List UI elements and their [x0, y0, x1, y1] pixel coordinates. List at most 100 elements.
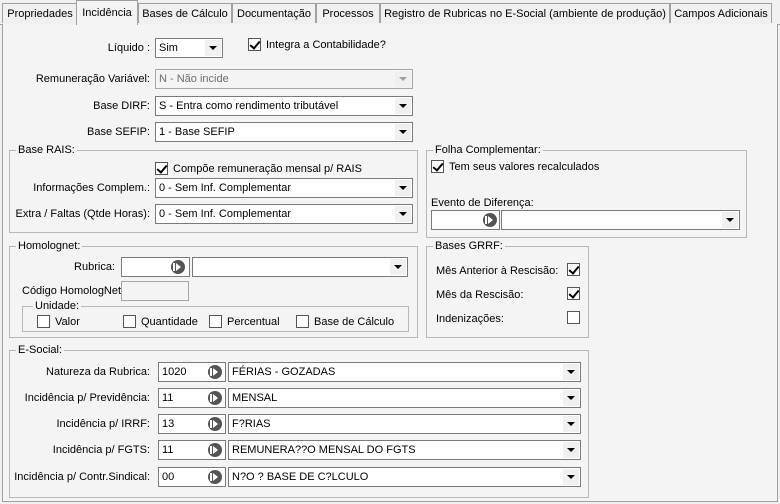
base-sefip-value: 1 - Base SEFIP	[159, 126, 235, 138]
search-icon[interactable]	[208, 391, 222, 405]
tab-incidencia[interactable]: Incidência	[76, 0, 138, 25]
homolognet-title: Homolognet:	[16, 240, 83, 253]
chevron-down-icon[interactable]	[395, 124, 411, 140]
chevron-down-icon[interactable]	[563, 469, 579, 485]
remuneracao-variavel-value: N - Não incide	[159, 73, 229, 85]
liquido-value: Sim	[159, 42, 178, 54]
base-rais-title: Base RAIS:	[16, 144, 77, 157]
contr-sindical-select[interactable]: N?O ? BASE DE C?LCULO	[228, 467, 581, 487]
mes-anterior-checkbox[interactable]	[567, 263, 580, 276]
chevron-down-icon[interactable]	[563, 416, 579, 432]
esocial-row-label: Natureza da Rubrica:	[46, 366, 150, 378]
irrf-select[interactable]: F?RIAS	[228, 414, 581, 434]
extra-faltas-select[interactable]: 0 - Sem Inf. Complementar	[155, 204, 413, 224]
evento-diferenca-label: Evento de Diferença:	[431, 197, 534, 209]
chevron-down-icon[interactable]	[722, 212, 738, 228]
valor-checkbox[interactable]	[37, 315, 50, 328]
previdencia-desc: MENSAL	[232, 392, 278, 404]
liquido-label: Líquido :	[107, 42, 150, 54]
tab-propriedades[interactable]: Propriedades	[2, 3, 78, 23]
codigo-homolognet-input[interactable]	[121, 281, 189, 301]
natureza-code-input[interactable]: 1020	[158, 362, 226, 382]
tab-bases-de-calculo[interactable]: Bases de Cálculo	[138, 3, 232, 23]
compoe-rais-checkbox[interactable]	[155, 162, 168, 175]
integra-contabilidade-checkbox[interactable]	[248, 38, 261, 51]
rubrica-code-input[interactable]	[121, 257, 190, 277]
contr-sindical-code-input[interactable]: 00	[158, 467, 226, 487]
extra-faltas-label: Extra / Faltas (Qtde Horas):	[15, 208, 150, 220]
mes-rescisao-checkbox[interactable]	[567, 287, 580, 300]
integra-contabilidade-label: Integra a Contabilidade?	[266, 39, 386, 51]
fgts-code-input[interactable]: 11	[158, 440, 226, 460]
mes-rescisao-label: Mês da Rescisão:	[436, 289, 524, 301]
chevron-down-icon[interactable]	[395, 98, 411, 114]
base-sefip-label: Base SEFIP:	[87, 126, 150, 138]
previdencia-code: 11	[162, 392, 174, 404]
esocial-row-label: Incidência p/ FGTS:	[52, 444, 150, 456]
search-icon[interactable]	[208, 417, 222, 431]
base-dirf-select[interactable]: S - Entra como rendimento tributável	[155, 96, 413, 116]
tab-processos[interactable]: Processos	[316, 3, 380, 23]
chevron-down-icon[interactable]	[395, 206, 411, 222]
mes-anterior-label: Mês Anterior à Rescisão:	[436, 265, 559, 277]
contr-sindical-desc: N?O ? BASE DE C?LCULO	[232, 471, 369, 483]
chevron-down-icon[interactable]	[563, 364, 579, 380]
info-complem-value: 0 - Sem Inf. Complementar	[159, 182, 292, 194]
chevron-down-icon[interactable]	[563, 442, 579, 458]
valor-label: Valor	[55, 316, 80, 328]
tab-registro-esocial[interactable]: Registro de Rubricas no E-Social (ambien…	[380, 3, 670, 23]
fgts-desc: REMUNERA??O MENSAL DO FGTS	[232, 444, 416, 456]
evento-diferenca-select[interactable]	[501, 210, 740, 230]
esocial-title: E-Social:	[16, 344, 65, 357]
indenizacoes-label: Indenizações:	[436, 313, 504, 325]
evento-diferenca-code-input[interactable]	[431, 210, 500, 230]
chevron-down-icon[interactable]	[563, 390, 579, 406]
fgts-select[interactable]: REMUNERA??O MENSAL DO FGTS	[228, 440, 581, 460]
base-calculo-label: Base de Cálculo	[314, 316, 395, 328]
percentual-label: Percentual	[227, 316, 280, 328]
base-sefip-select[interactable]: 1 - Base SEFIP	[155, 122, 413, 142]
info-complem-label: Informações Complem.:	[33, 182, 150, 194]
rubrica-label: Rubrica:	[74, 261, 115, 273]
base-calculo-checkbox[interactable]	[296, 315, 309, 328]
rubrica-select[interactable]	[192, 257, 408, 277]
tab-campos-adicionais[interactable]: Campos Adicionais	[670, 3, 772, 23]
irrf-desc: F?RIAS	[232, 418, 271, 430]
search-icon[interactable]	[208, 365, 222, 379]
search-icon[interactable]	[208, 470, 222, 484]
search-icon[interactable]	[208, 443, 222, 457]
natureza-code: 1020	[162, 366, 187, 378]
info-complem-select[interactable]: 0 - Sem Inf. Complementar	[155, 178, 413, 198]
remuneracao-variavel-select[interactable]: N - Não incide	[155, 69, 413, 89]
chevron-down-icon[interactable]	[390, 259, 406, 275]
search-icon[interactable]	[171, 260, 185, 274]
chevron-down-icon[interactable]	[205, 40, 221, 56]
indenizacoes-checkbox[interactable]	[567, 311, 580, 324]
natureza-select[interactable]: FÉRIAS - GOZADAS	[228, 362, 581, 382]
liquido-select[interactable]: Sim	[155, 38, 223, 58]
unidade-title: Unidade:	[33, 300, 82, 313]
codigo-homolognet-label: Código HomologNet	[22, 285, 122, 297]
previdencia-select[interactable]: MENSAL	[228, 388, 581, 408]
percentual-checkbox[interactable]	[209, 315, 222, 328]
esocial-row-label: Incidência p/ Previdência:	[24, 392, 150, 404]
valores-recalculados-label: Tem seus valores recalculados	[449, 161, 600, 173]
bases-grrf-title: Bases GRRF:	[433, 240, 505, 253]
base-dirf-label: Base DIRF:	[93, 100, 150, 112]
tab-documentacao[interactable]: Documentação	[232, 3, 316, 23]
irrf-code-input[interactable]: 13	[158, 414, 226, 434]
chevron-down-icon[interactable]	[395, 71, 411, 87]
previdencia-code-input[interactable]: 11	[158, 388, 226, 408]
quantidade-checkbox[interactable]	[123, 315, 136, 328]
search-icon[interactable]	[483, 213, 497, 227]
tab-strip: Propriedades Incidência Bases de Cálculo…	[0, 0, 780, 25]
compoe-rais-label: Compõe remuneração mensal p/ RAIS	[173, 163, 362, 175]
esocial-row-label: Incidência p/ IRRF:	[56, 418, 150, 430]
contr-sindical-code: 00	[162, 471, 175, 483]
valores-recalculados-checkbox[interactable]	[431, 160, 444, 173]
natureza-desc: FÉRIAS - GOZADAS	[232, 366, 336, 378]
irrf-code: 13	[162, 418, 175, 430]
chevron-down-icon[interactable]	[395, 180, 411, 196]
remuneracao-variavel-label: Remuneração Variável:	[35, 73, 150, 85]
folha-complementar-title: Folha Complementar:	[433, 144, 543, 157]
